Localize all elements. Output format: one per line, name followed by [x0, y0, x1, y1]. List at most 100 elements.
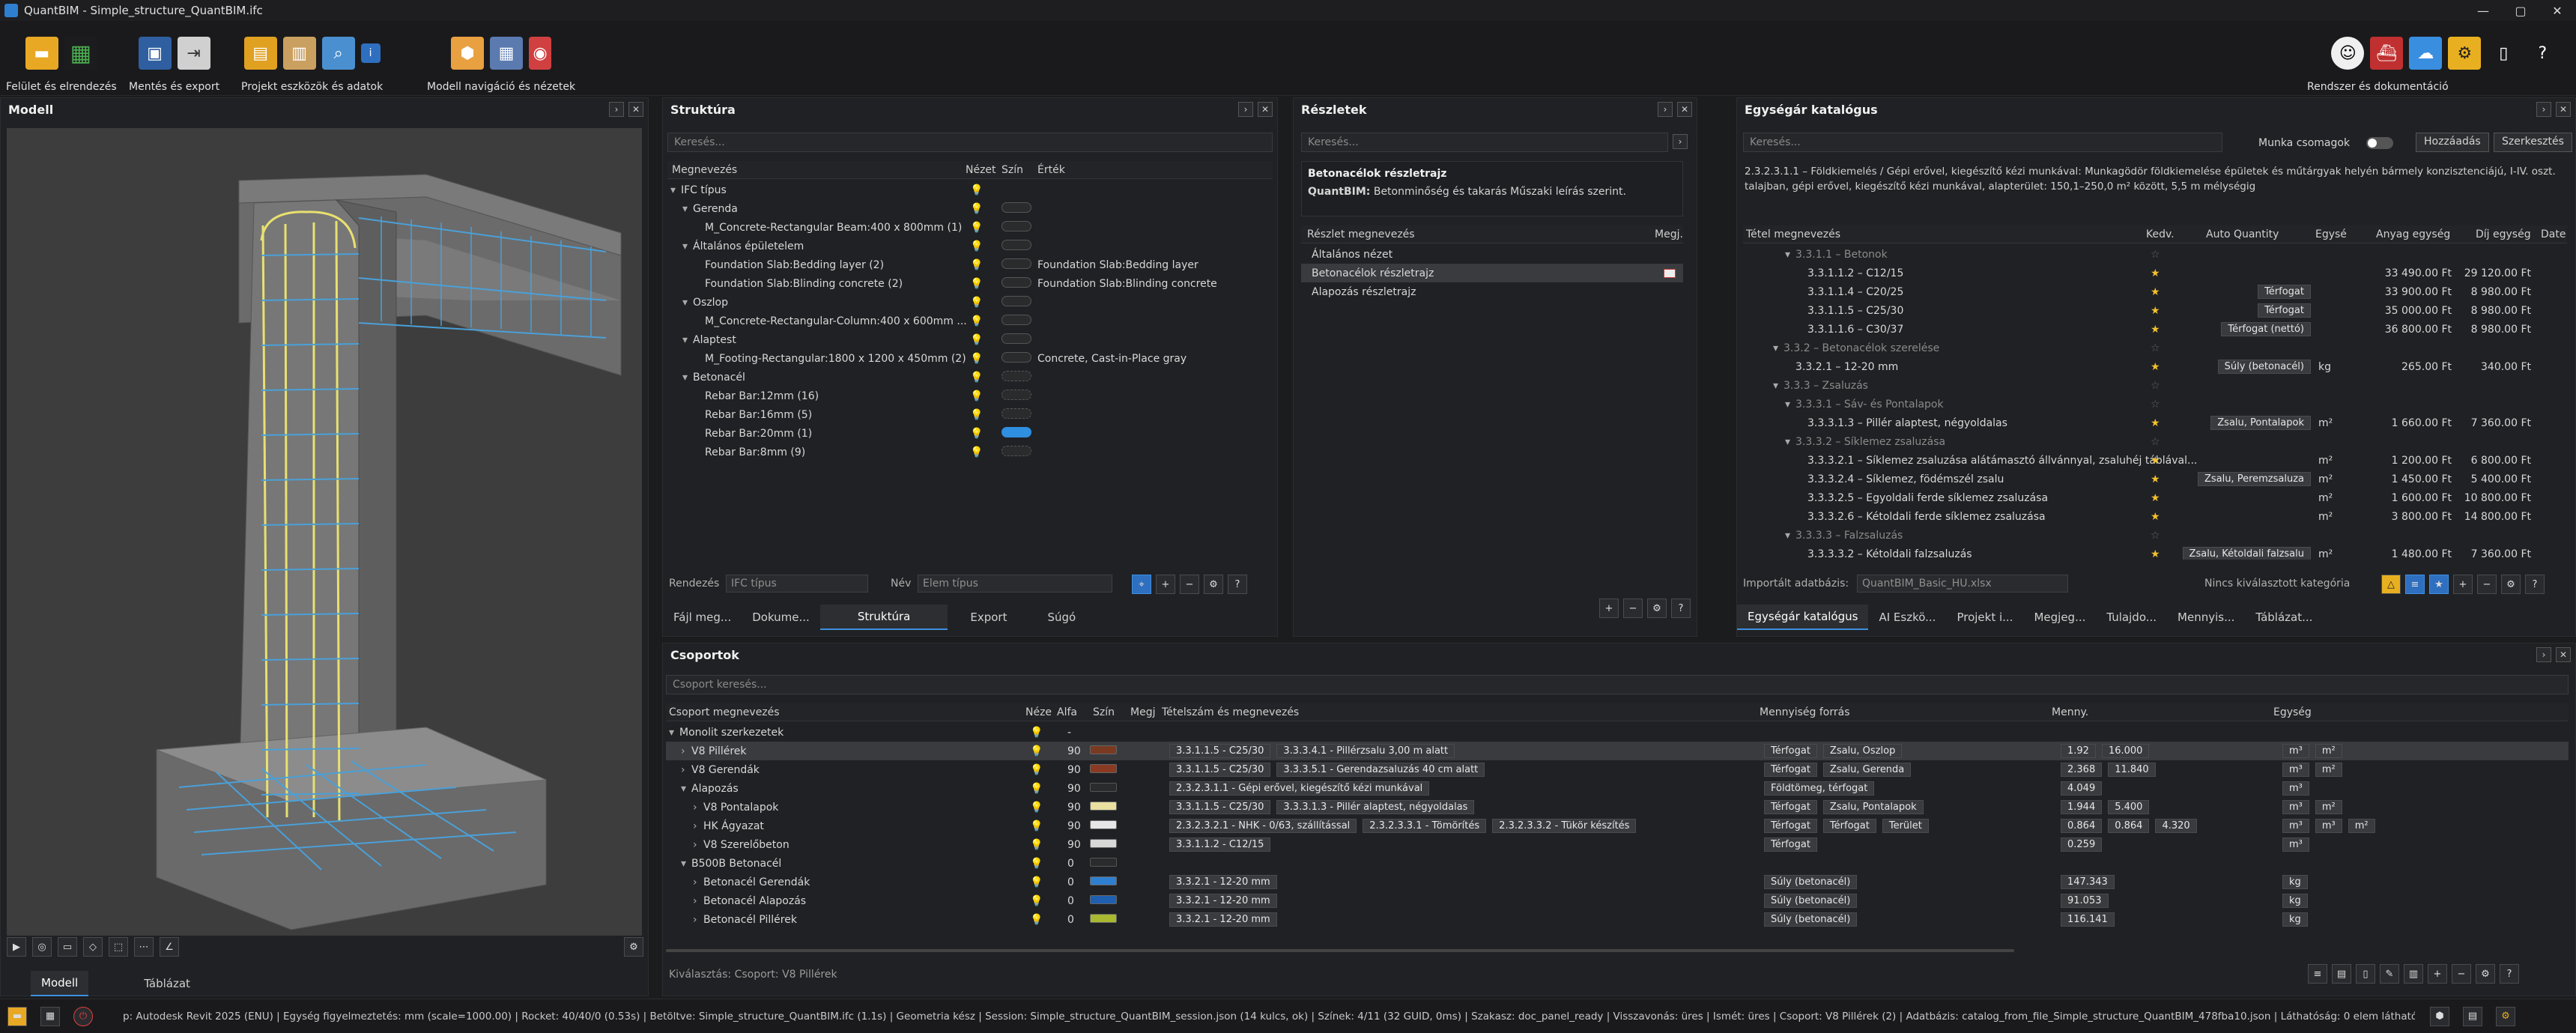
catalog-row[interactable]: 3.3.1.1.2 – C12/15 ★ 33 490.00 Ft 29 120.00… [1743, 264, 2567, 282]
ship-icon[interactable]: ⛴ [2370, 37, 2404, 70]
color-swatch[interactable] [1001, 351, 1031, 363]
expand-arrow-icon[interactable]: ▾ [1785, 436, 1790, 448]
item-code-chip[interactable]: 3.3.1.1.5 - C25/30 [1169, 763, 1271, 777]
help-icon[interactable]: ? [1228, 575, 1247, 594]
favorite-star-icon[interactable]: ☆ [2151, 399, 2160, 411]
sort-select[interactable]: IFC típus [726, 575, 868, 593]
catalog-row[interactable]: ▾ 3.3.3 – Zsaluzás ☆ [1743, 376, 2567, 395]
pencil-icon[interactable]: ✎ [2380, 964, 2399, 984]
remove-icon[interactable]: − [2452, 964, 2471, 984]
color-swatch[interactable] [1090, 894, 1117, 904]
visibility-bulb-icon[interactable]: 💡 [970, 372, 983, 384]
remove-icon[interactable]: − [1623, 599, 1643, 618]
quantity-source-chip[interactable]: Térfogat [1764, 800, 1817, 814]
visibility-bulb-icon[interactable]: 💡 [1030, 745, 1043, 757]
column-header[interactable]: Egység [2273, 706, 2312, 718]
add-icon[interactable]: + [1599, 599, 1619, 618]
column-header[interactable]: Megj. [1655, 228, 1683, 240]
favorite-star-icon[interactable]: ★ [2151, 511, 2160, 523]
column-header[interactable]: Nézet [966, 164, 996, 176]
structure-row[interactable]: ▾ Betonacél 💡 [667, 368, 1273, 387]
group-row[interactable]: ▾ B500B Betonacél 💡 0 [666, 854, 2569, 873]
imported-db-select[interactable]: QuantBIM_Basic_HU.xlsx [1857, 575, 2068, 593]
structure-row[interactable]: ▾ Gerenda 💡 [667, 199, 1273, 218]
expand-arrow-icon[interactable]: ▾ [1785, 249, 1790, 261]
column-header[interactable]: Érték [1037, 164, 1065, 176]
visibility-bulb-icon[interactable]: 💡 [970, 409, 983, 421]
favorite-star-icon[interactable]: ★ [2151, 473, 2160, 485]
expand-arrow-icon[interactable]: ▾ [670, 184, 676, 196]
color-swatch[interactable] [1001, 426, 1031, 437]
item-code-chip[interactable]: 3.3.2.1 - 12-20 mm [1169, 894, 1277, 908]
details-row[interactable]: Alapozás részletrajz [1301, 282, 1683, 301]
color-swatch[interactable] [1090, 782, 1117, 792]
visibility-bulb-icon[interactable]: 💡 [970, 297, 983, 309]
camera-icon[interactable]: ▭ [58, 937, 77, 957]
catalog-row[interactable]: 3.3.3.3.2 – Kétoldali falzsaluzás ★ Zsalu,… [1743, 545, 2567, 560]
catalog-row[interactable]: ▾ 3.3.3.2 – Síklemez zsaluzása ☆ [1743, 432, 2567, 451]
measure-icon[interactable]: ⋯ [134, 937, 154, 957]
favorite-star-icon[interactable]: ★ [2151, 305, 2160, 317]
expand-arrow-icon[interactable]: ▾ [682, 240, 688, 252]
expand-arrow-icon[interactable]: › [681, 764, 685, 776]
group-row[interactable]: › V8 Gerendák 💡 90 3.3.1.1.5 - C25/30 3.3.3.5… [666, 760, 2569, 779]
auto-quantity-chip[interactable]: Zsalu, Pontalapok [2210, 416, 2311, 430]
details-search-input[interactable]: Keresés... [1301, 133, 1668, 152]
catalog-row[interactable]: ▾ 3.3.2 – Betonacélok szerelése ☆ [1743, 339, 2567, 357]
tab-file-meta[interactable]: Fájl meg... [663, 605, 742, 630]
column-header[interactable]: Alfa [1057, 706, 1077, 718]
3d-viewport[interactable] [7, 128, 642, 936]
color-swatch[interactable] [1001, 258, 1031, 269]
tab-properties[interactable]: Tulajdo... [2096, 605, 2167, 630]
visibility-bulb-icon[interactable]: 💡 [970, 222, 983, 234]
catalog-row[interactable]: ▾ 3.3.1.1 – Betonok ☆ [1743, 245, 2567, 264]
tab-help[interactable]: Súgó [1029, 605, 1094, 630]
calculator-icon[interactable]: ▥ [282, 37, 316, 70]
catalog-row[interactable]: 3.3.1.1.6 – C30/37 ★ Térfogat (nettó) 36 80… [1743, 320, 2567, 339]
structure-row[interactable]: Rebar Bar:16mm (5) 💡 [667, 405, 1273, 424]
expand-arrow-icon[interactable]: › [693, 839, 697, 851]
panel-collapse-icon[interactable]: › [1658, 102, 1673, 117]
expand-arrow-icon[interactable]: › [681, 745, 685, 757]
structure-row[interactable]: Foundation Slab:Blinding concrete (2) 💡 Fo… [667, 274, 1273, 293]
column-header[interactable]: Részlet megnevezés [1307, 228, 1415, 240]
structure-row[interactable]: M_Footing-Rectangular:1800 x 1200 x 450m… [667, 349, 1273, 368]
expand-arrow-icon[interactable]: ▾ [1785, 399, 1790, 411]
chat-bubble-icon[interactable]: ☺ [2331, 37, 2365, 70]
panel-close-icon[interactable]: ✕ [1677, 102, 1692, 117]
catalog-row[interactable]: ▾ 3.3.3.3 – Falzsaluzás ☆ [1743, 526, 2567, 545]
details-row-selected[interactable]: Betonacélok részletrajz [1301, 264, 1683, 282]
catalog-row[interactable]: 3.3.3.2.5 – Egyoldali ferde síklemez zsa… [1743, 488, 2567, 507]
document-icon[interactable]: ▯ [2487, 37, 2521, 70]
visibility-bulb-icon[interactable]: 💡 [970, 428, 983, 440]
visibility-bulb-icon[interactable]: 💡 [1030, 914, 1043, 926]
info-icon[interactable]: i [360, 43, 381, 63]
quantity-source-chip[interactable]: Térfogat [1822, 819, 1876, 833]
structure-row[interactable]: ▾ Általános épületelem 💡 [667, 237, 1273, 255]
help-icon[interactable]: ? [2525, 575, 2545, 594]
panel-collapse-icon[interactable]: › [2536, 102, 2551, 117]
group-row[interactable]: › V8 Pillérek 💡 90 3.3.1.1.5 - C25/30 3.3.3.4… [666, 742, 2569, 760]
visibility-bulb-icon[interactable]: 💡 [1030, 783, 1043, 795]
color-swatch[interactable] [1001, 239, 1031, 250]
item-code-chip[interactable]: 3.3.2.1 - 12-20 mm [1169, 912, 1277, 927]
column-header[interactable]: Szín [1093, 706, 1115, 718]
column-header[interactable]: Auto Quantity [2206, 228, 2279, 240]
auto-quantity-chip[interactable]: Zsalu, Kétoldali falzsalu [2182, 547, 2311, 560]
visibility-bulb-icon[interactable]: 💡 [970, 315, 983, 327]
cloud-icon[interactable]: ☁ [2409, 37, 2443, 70]
tab-unit-price-catalog[interactable]: Egységár katalógus [1737, 605, 1869, 630]
visibility-bulb-icon[interactable]: 💡 [1030, 727, 1043, 739]
expand-arrow-icon[interactable]: ▾ [1773, 342, 1778, 354]
catalog-row[interactable]: 3.3.2.1 – 12-20 mm ★ Súly (betonacél) kg 265… [1743, 357, 2567, 376]
expand-arrow-icon[interactable]: ▾ [682, 297, 688, 309]
viewport-settings-icon[interactable]: ⚙ [624, 937, 643, 957]
color-swatch[interactable] [1090, 913, 1117, 923]
expand-arrow-icon[interactable]: › [693, 895, 697, 907]
close-icon[interactable]: ✕ [2539, 0, 2576, 21]
list-icon[interactable]: ▤ [2463, 1006, 2482, 1026]
visibility-bulb-icon[interactable]: 💡 [970, 259, 983, 271]
quantity-source-chip[interactable]: Térfogat [1764, 763, 1817, 777]
tab-documents[interactable]: Dokume... [742, 605, 820, 630]
quantity-source-chip[interactable]: Térfogat [1764, 744, 1817, 758]
